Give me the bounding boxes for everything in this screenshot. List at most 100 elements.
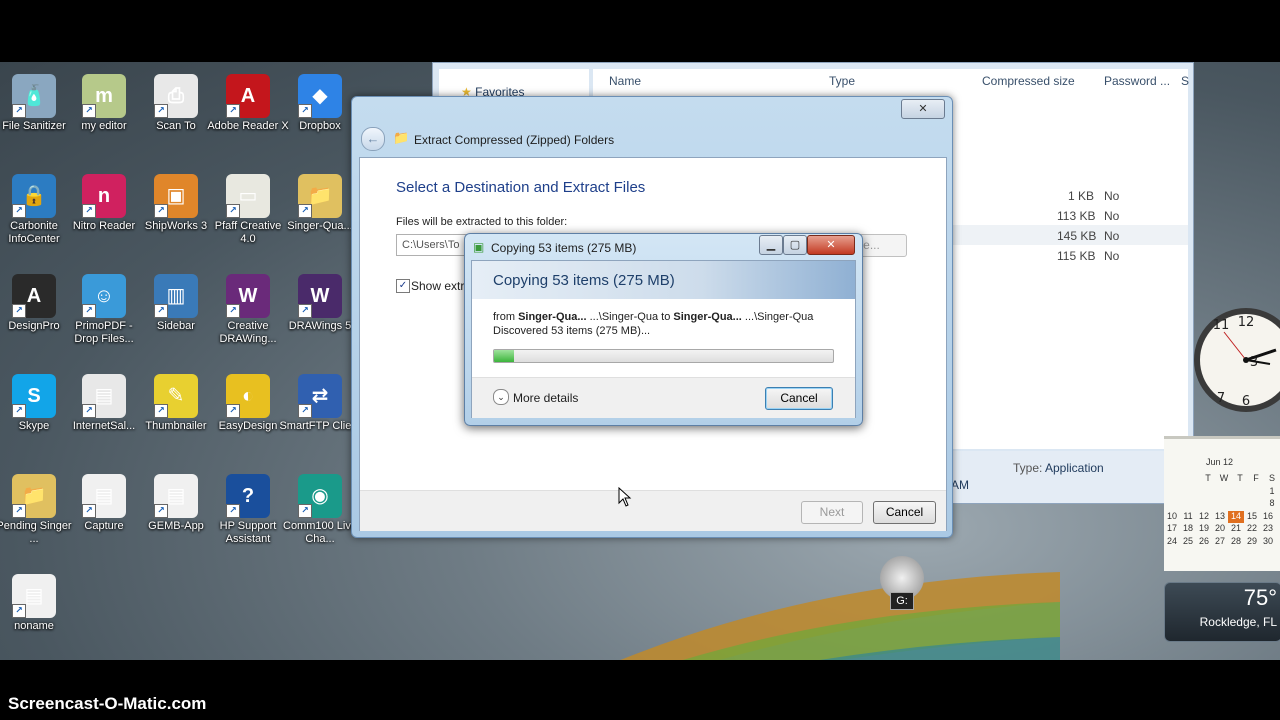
desktop-icon[interactable]: ⇄ ↗ SmartFTP Client — [278, 374, 362, 433]
status-type-label: Type: — [1013, 461, 1043, 475]
desktop-app-icon: ▤ ↗ — [154, 474, 198, 518]
desktop-app-icon: ▤ ↗ — [12, 574, 56, 618]
calendar-day — [1200, 498, 1216, 511]
calendar-weekday: T — [1237, 473, 1243, 483]
calendar-day[interactable]: 25 — [1180, 536, 1196, 549]
desktop-app-icon: 🔒 ↗ — [12, 174, 56, 218]
row-size: 1 KB — [1068, 189, 1095, 203]
calendar-day[interactable]: 26 — [1196, 536, 1212, 549]
calendar-day[interactable]: 24 — [1164, 536, 1180, 549]
drive-letter-badge: G: — [890, 592, 914, 610]
column-compressed-size[interactable]: Compressed size — [982, 69, 1075, 93]
calendar-day — [1248, 486, 1264, 499]
calendar-day[interactable]: 29 — [1244, 536, 1260, 549]
shortcut-arrow-icon: ↗ — [12, 504, 26, 518]
shortcut-arrow-icon: ↗ — [82, 304, 96, 318]
copy-progress-fill — [494, 350, 515, 362]
calendar-weekday: T — [1205, 473, 1211, 483]
svg-text:7: 7 — [1217, 391, 1225, 406]
calendar-month: Jun 12 — [1206, 457, 1234, 467]
shortcut-arrow-icon: ↗ — [154, 104, 168, 118]
row-password: No — [1104, 249, 1120, 263]
shortcut-arrow-icon: ↗ — [82, 504, 96, 518]
copy-dialog-body: Copying 53 items (275 MB) from Singer-Qu… — [471, 260, 856, 418]
calendar-day — [1216, 498, 1232, 511]
calendar-day[interactable]: 28 — [1228, 536, 1244, 549]
row-password: No — [1104, 209, 1120, 223]
calendar-day[interactable]: 12 — [1196, 511, 1212, 524]
shortcut-arrow-icon: ↗ — [226, 304, 240, 318]
desktop-icon-label: DRAWings 5 — [288, 320, 352, 332]
column-type[interactable]: Type — [829, 69, 855, 93]
shortcut-arrow-icon: ↗ — [226, 104, 240, 118]
calendar-gadget[interactable]: Jun 12 T W T F S 1 8 10 11 12 13 14 15 16 17 18 19 20 21 22… — [1164, 436, 1280, 571]
calendar-day[interactable]: 16 — [1260, 511, 1276, 524]
calendar-day[interactable]: 30 — [1260, 536, 1276, 549]
calendar-day[interactable]: 17 — [1164, 523, 1180, 536]
copy-cancel-button[interactable]: Cancel — [765, 387, 833, 410]
next-button[interactable]: Next — [801, 501, 863, 524]
calendar-day[interactable]: 21 — [1228, 523, 1244, 536]
svg-text:11: 11 — [1213, 318, 1230, 333]
column-s[interactable]: S — [1181, 69, 1189, 93]
wizard-footer: Next Cancel — [360, 490, 946, 531]
calendar-day — [1216, 486, 1232, 499]
shortcut-arrow-icon: ↗ — [12, 604, 26, 618]
desktop-icon[interactable]: ◆ ↗ Dropbox — [278, 74, 362, 133]
desktop-app-icon: ✎ ↗ — [154, 374, 198, 418]
calendar-day[interactable]: 1 — [1264, 486, 1280, 499]
svg-text:12: 12 — [1238, 315, 1255, 330]
shortcut-arrow-icon: ↗ — [154, 504, 168, 518]
calendar-day[interactable]: 18 — [1180, 523, 1196, 536]
calendar-day[interactable]: 8 — [1264, 498, 1280, 511]
desktop-app-icon: A ↗ — [12, 274, 56, 318]
show-files-checkbox[interactable]: ✓ — [396, 279, 410, 293]
minimize-button[interactable]: ▁ — [759, 235, 783, 255]
desktop-app-icon: ▤ ↗ — [82, 374, 126, 418]
close-button[interactable]: ✕ — [901, 99, 945, 119]
close-icon: ✕ — [826, 239, 836, 251]
watermark: Screencast-O-Matic.com — [8, 694, 207, 713]
column-name[interactable]: Name — [609, 69, 641, 93]
back-arrow-icon[interactable]: ← — [361, 127, 385, 151]
maximize-button[interactable]: ▢ — [783, 235, 807, 255]
calendar-day[interactable]: 27 — [1212, 536, 1228, 549]
desktop-app-icon: ? ↗ — [226, 474, 270, 518]
shortcut-arrow-icon: ↗ — [12, 304, 26, 318]
calendar-day — [1248, 498, 1264, 511]
calendar-day[interactable]: 11 — [1180, 511, 1196, 524]
more-details-label[interactable]: More details — [513, 391, 578, 405]
shortcut-arrow-icon: ↗ — [298, 204, 312, 218]
calendar-day[interactable]: 10 — [1164, 511, 1180, 524]
desktop-icon-label: Comm100 Live Cha... — [283, 520, 357, 545]
desktop-app-icon: ◐ ↗ — [226, 374, 270, 418]
desktop-app-icon: S ↗ — [12, 374, 56, 418]
calendar-day[interactable]: 15 — [1244, 511, 1260, 524]
calendar-day[interactable]: 19 — [1196, 523, 1212, 536]
clock-gadget[interactable]: 11 12 76 3 — [1188, 302, 1280, 420]
desktop-icon[interactable]: 📁 ↗ Singer-Qua... — [278, 174, 362, 233]
close-button[interactable]: ✕ — [807, 235, 855, 255]
row-size: 115 KB — [1057, 249, 1096, 263]
calendar-day[interactable]: 20 — [1212, 523, 1228, 536]
row-size: 113 KB — [1057, 209, 1096, 223]
desktop-icon[interactable]: ◉ ↗ Comm100 Live Cha... — [278, 474, 362, 546]
weather-gadget[interactable]: 75° Rockledge, FL — [1164, 582, 1280, 642]
calendar-day[interactable]: 13 — [1212, 511, 1228, 524]
desktop-icon[interactable]: ▤ ↗ noname — [0, 574, 76, 633]
column-password[interactable]: Password ... — [1104, 69, 1170, 93]
shortcut-arrow-icon: ↗ — [82, 204, 96, 218]
wizard-cancel-button[interactable]: Cancel — [873, 501, 936, 524]
calendar-day — [1200, 486, 1216, 499]
wizard-title: Extract Compressed (Zipped) Folders — [414, 133, 615, 147]
chevron-down-icon[interactable]: ⌄ — [493, 389, 509, 405]
shortcut-arrow-icon: ↗ — [154, 204, 168, 218]
desktop-icon[interactable]: W ↗ DRAWings 5 — [278, 274, 362, 333]
calendar-day[interactable]: 14 — [1228, 510, 1244, 523]
shortcut-arrow-icon: ↗ — [226, 204, 240, 218]
calendar-day[interactable]: 22 — [1244, 523, 1260, 536]
desktop-app-icon: ⇄ ↗ — [298, 374, 342, 418]
desktop-app-icon: ☺ ↗ — [82, 274, 126, 318]
desktop-app-icon: W ↗ — [298, 274, 342, 318]
calendar-day[interactable]: 23 — [1260, 523, 1276, 536]
